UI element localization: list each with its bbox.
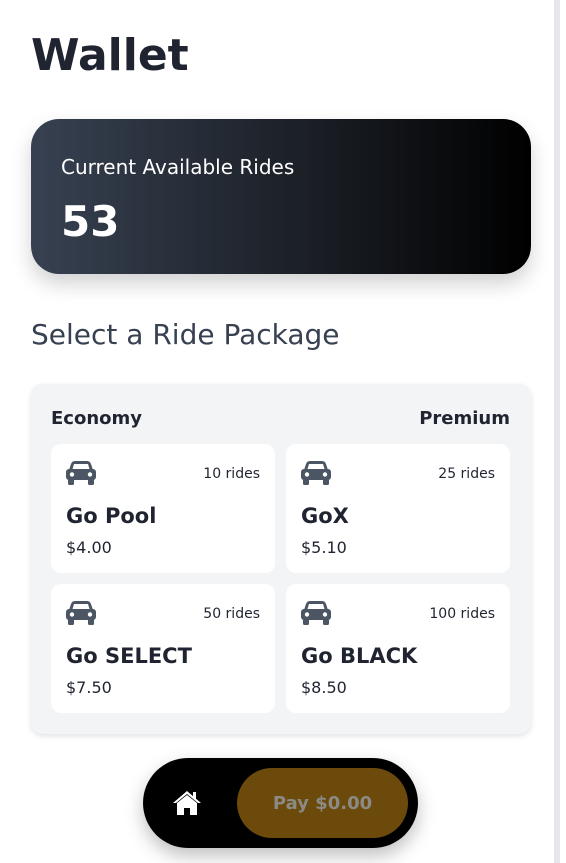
balance-card: Current Available Rides 53 xyxy=(31,119,531,274)
package-rides: 100 rides xyxy=(429,606,495,622)
wallet-page: Wallet Current Available Rides 53 Select… xyxy=(0,0,560,863)
package-price: $7.50 xyxy=(66,678,112,697)
scrollbar-track[interactable] xyxy=(554,0,560,863)
section-title: Select a Ride Package xyxy=(31,318,340,351)
tier-label-premium: Premium xyxy=(419,408,510,429)
package-card-go-select[interactable]: 50 rides Go SELECT $7.50 xyxy=(51,584,275,713)
package-name: Go SELECT xyxy=(66,644,192,668)
home-button[interactable] xyxy=(171,788,203,818)
page-title: Wallet xyxy=(31,30,189,81)
car-icon xyxy=(66,601,96,625)
balance-value: 53 xyxy=(61,197,120,246)
car-icon xyxy=(66,461,96,485)
package-price: $8.50 xyxy=(301,678,347,697)
balance-label: Current Available Rides xyxy=(61,155,295,179)
package-card-go-pool[interactable]: 10 rides Go Pool $4.00 xyxy=(51,444,275,573)
pay-button[interactable]: Pay $0.00 xyxy=(237,768,408,838)
car-icon xyxy=(301,461,331,485)
bottom-action-bar: Pay $0.00 xyxy=(143,758,418,848)
package-name: Go Pool xyxy=(66,504,157,528)
car-icon xyxy=(301,601,331,625)
package-panel: Economy Premium 10 rides Go Pool $4.00 2… xyxy=(31,384,531,734)
package-name: Go BLACK xyxy=(301,644,418,668)
package-rides: 50 rides xyxy=(203,606,260,622)
tier-label-economy: Economy xyxy=(51,408,143,429)
package-name: GoX xyxy=(301,504,349,528)
package-card-gox[interactable]: 25 rides GoX $5.10 xyxy=(286,444,510,573)
home-icon xyxy=(173,791,201,815)
package-price: $4.00 xyxy=(66,538,112,557)
package-price: $5.10 xyxy=(301,538,347,557)
package-rides: 25 rides xyxy=(438,466,495,482)
package-rides: 10 rides xyxy=(203,466,260,482)
package-card-go-black[interactable]: 100 rides Go BLACK $8.50 xyxy=(286,584,510,713)
